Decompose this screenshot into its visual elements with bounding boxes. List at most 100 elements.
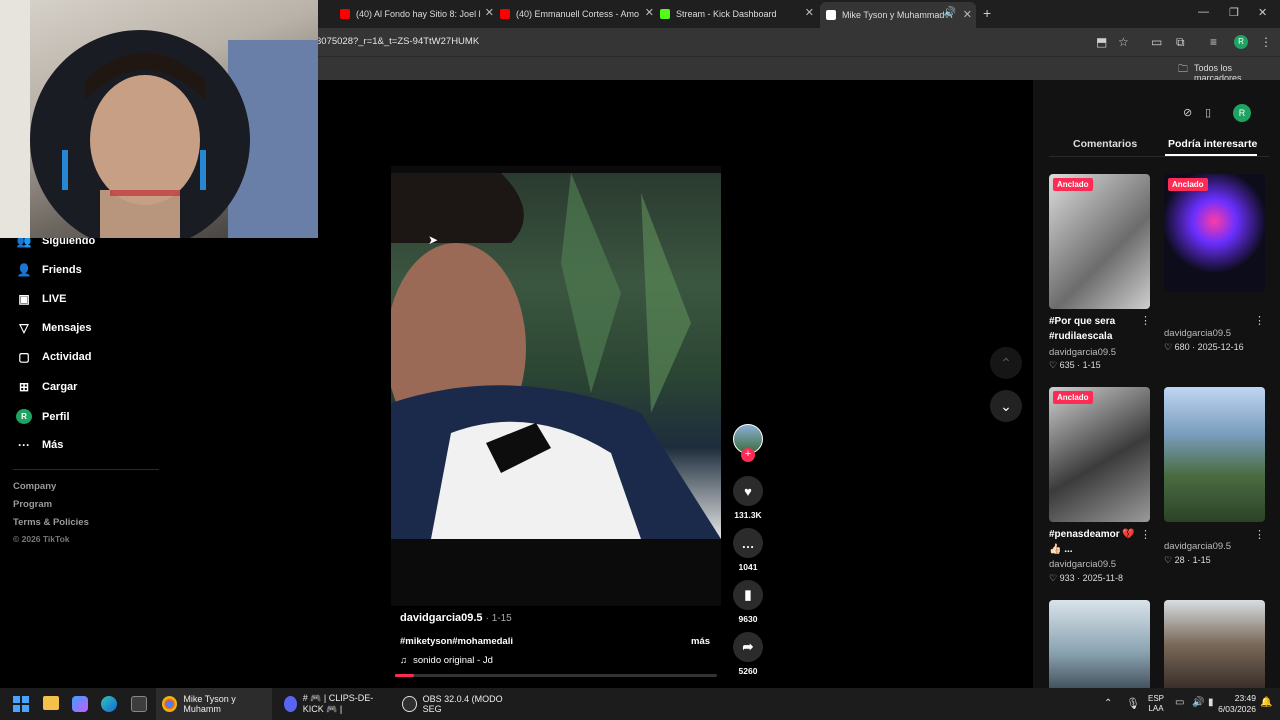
progress-fill	[395, 674, 415, 677]
tab-podria-interesarte[interactable]: Podría interesarte	[1168, 138, 1257, 150]
card-user[interactable]: davidgarcia09.5	[1049, 559, 1116, 570]
video-card-2[interactable]: Anclado	[1164, 174, 1265, 292]
like-action[interactable]: ♥ 131.3K	[733, 476, 763, 520]
taskbar-app-chrome[interactable]: Mike Tyson y Muhamm	[156, 688, 272, 720]
bookmark-action[interactable]: ▮ 9630	[733, 580, 763, 624]
video-card-3[interactable]: Anclado	[1049, 387, 1150, 522]
taskbar-app-discord[interactable]: # 🎮 | CLIPS-DE-KICK 🎮 |	[280, 688, 390, 720]
footer-terms-link[interactable]: Terms & Policies	[13, 517, 89, 528]
footer-company-link[interactable]: Company	[13, 481, 56, 492]
card-menu-icon[interactable]: ⋮	[1140, 528, 1151, 541]
more-caption-button[interactable]: más	[691, 636, 710, 647]
sidebar-item-mensajes[interactable]: ▽ Mensajes	[16, 321, 91, 335]
reading-list-icon[interactable]: ≡	[1210, 35, 1217, 49]
next-video-button[interactable]: ⌄	[990, 390, 1022, 422]
microphone-icon[interactable]: 🎙	[1126, 697, 1140, 710]
battery-icon[interactable]: ▮	[1208, 697, 1214, 708]
chevron-up-icon[interactable]: ⌃	[1104, 698, 1112, 709]
minimize-icon[interactable]: —	[1198, 6, 1209, 18]
comment-icon[interactable]: …	[733, 528, 763, 558]
taskbar: Mike Tyson y Muhamm # 🎮 | CLIPS-DE-KICK …	[0, 688, 1280, 720]
install-icon[interactable]: ⬒	[1096, 35, 1107, 49]
video-card-4[interactable]	[1164, 387, 1265, 522]
youtube-icon	[340, 9, 350, 19]
heart-icon[interactable]: ♥	[733, 476, 763, 506]
sidebar-item-friends[interactable]: 👤 Friends	[16, 263, 82, 277]
language-indicator[interactable]: ESP LAA	[1148, 694, 1164, 714]
sound-line[interactable]: ♫ sonido original - Jd	[400, 655, 493, 666]
card-user[interactable]: davidgarcia09.5	[1049, 347, 1116, 358]
profile-avatar[interactable]: R	[1233, 104, 1251, 122]
cast-icon[interactable]: ▭	[1151, 35, 1162, 49]
tab-divider	[1049, 156, 1269, 157]
browser-tab-1[interactable]: (40) Al Fondo hay Sitio 8: Joel l ✕	[340, 4, 498, 24]
browser-tab-3[interactable]: Stream - Kick Dashboard ✕	[660, 4, 818, 24]
address-bar[interactable]: 3075028?_r=1&_t=ZS-94TtW27HUMK	[316, 36, 479, 47]
phone-icon[interactable]: ▯	[1205, 106, 1211, 119]
windows-start-icon[interactable]	[13, 696, 29, 712]
sidebar-item-live[interactable]: ▣ LIVE	[16, 292, 66, 306]
video-card-1[interactable]: Anclado	[1049, 174, 1150, 309]
tab-label: Stream - Kick Dashboard	[676, 9, 777, 19]
taskbar-app-label: OBS 32.0.4 (MODO SEG	[422, 694, 503, 714]
bookmark-icon[interactable]: ▮	[733, 580, 763, 610]
video-card-5[interactable]	[1049, 600, 1150, 688]
video-date: · 1-15	[485, 613, 512, 624]
video-card-6[interactable]	[1164, 600, 1265, 688]
sidebar-item-cargar[interactable]: ⊞ Cargar	[16, 380, 78, 394]
video-hashtags[interactable]: #miketyson#mohamedali	[400, 636, 513, 647]
extensions-icon[interactable]: ⧉	[1176, 35, 1185, 50]
file-explorer-icon[interactable]	[43, 696, 59, 710]
card-user[interactable]: davidgarcia09.5	[1164, 541, 1231, 552]
video-frame[interactable]	[391, 173, 721, 539]
tab-comentarios[interactable]: Comentarios	[1073, 138, 1137, 150]
edge-icon[interactable]	[101, 696, 117, 712]
video-author[interactable]: davidgarcia09.5	[400, 612, 483, 624]
speaker-icon[interactable]: 🔊	[944, 7, 956, 18]
card-menu-icon[interactable]: ⋮	[1254, 528, 1265, 541]
profile-avatar[interactable]: R	[1234, 35, 1248, 49]
card-user[interactable]: davidgarcia09.5	[1164, 328, 1231, 339]
previous-video-button[interactable]: ⌃	[990, 347, 1022, 379]
window-close-icon[interactable]: ✕	[1258, 6, 1267, 19]
clock[interactable]: 23:49 6/03/2026	[1214, 693, 1256, 715]
close-icon[interactable]: ✕	[645, 6, 654, 19]
share-action[interactable]: ➦ 5260	[733, 632, 763, 676]
star-icon[interactable]: ☆	[1118, 35, 1129, 49]
sidebar-item-actividad[interactable]: ▢ Actividad	[16, 350, 91, 364]
compass-icon[interactable]: ⊘	[1183, 106, 1192, 119]
sidebar-item-mas[interactable]: ··· Más	[16, 438, 63, 452]
card-title[interactable]: #Por que sera #rudilaescala	[1049, 314, 1139, 344]
store-icon[interactable]	[131, 696, 147, 712]
close-icon[interactable]: ✕	[963, 8, 972, 21]
sidebar-item-perfil[interactable]: R Perfil	[16, 409, 70, 424]
share-count: 5260	[738, 666, 758, 676]
new-tab-button[interactable]: +	[983, 5, 991, 21]
card-menu-icon[interactable]: ⋮	[1254, 314, 1265, 327]
folder-icon: 🗀	[1178, 64, 1188, 75]
progress-track[interactable]	[395, 674, 717, 677]
browser-tab-2[interactable]: (40) Emmanuell Cortess - Amo ✕	[500, 4, 658, 24]
restore-icon[interactable]: ❐	[1229, 6, 1239, 19]
card-title[interactable]: #penasdeamor 💔 👍🏻 ...	[1049, 527, 1139, 557]
close-icon[interactable]: ✕	[485, 6, 494, 19]
sidebar-item-label: Cargar	[42, 381, 78, 393]
footer-program-link[interactable]: Program	[13, 499, 52, 510]
comment-action[interactable]: … 1041	[733, 528, 763, 572]
clock-date: 6/03/2026	[1218, 704, 1256, 714]
network-icon[interactable]: ▭	[1175, 697, 1184, 708]
volume-icon[interactable]: 🔊	[1192, 697, 1204, 708]
taskbar-app-obs[interactable]: OBS 32.0.4 (MODO SEG	[398, 688, 514, 720]
card-meta: ♡ 680 · 2025-12-16	[1164, 342, 1244, 352]
follow-plus-icon[interactable]: +	[741, 448, 755, 462]
friends-icon: 👤	[16, 263, 32, 277]
card-menu-icon[interactable]: ⋮	[1140, 314, 1151, 327]
kebab-menu-icon[interactable]: ⋮	[1260, 35, 1272, 49]
close-icon[interactable]: ✕	[805, 6, 814, 19]
comment-count: 1041	[738, 562, 758, 572]
copilot-icon[interactable]	[72, 696, 88, 712]
notifications-icon[interactable]: 🔔	[1260, 697, 1272, 708]
sidebar-item-label: LIVE	[42, 293, 67, 305]
share-icon[interactable]: ➦	[733, 632, 763, 662]
browser-tab-4-active[interactable]: Mike Tyson y Muhammad A 🔊 ✕	[820, 2, 976, 28]
